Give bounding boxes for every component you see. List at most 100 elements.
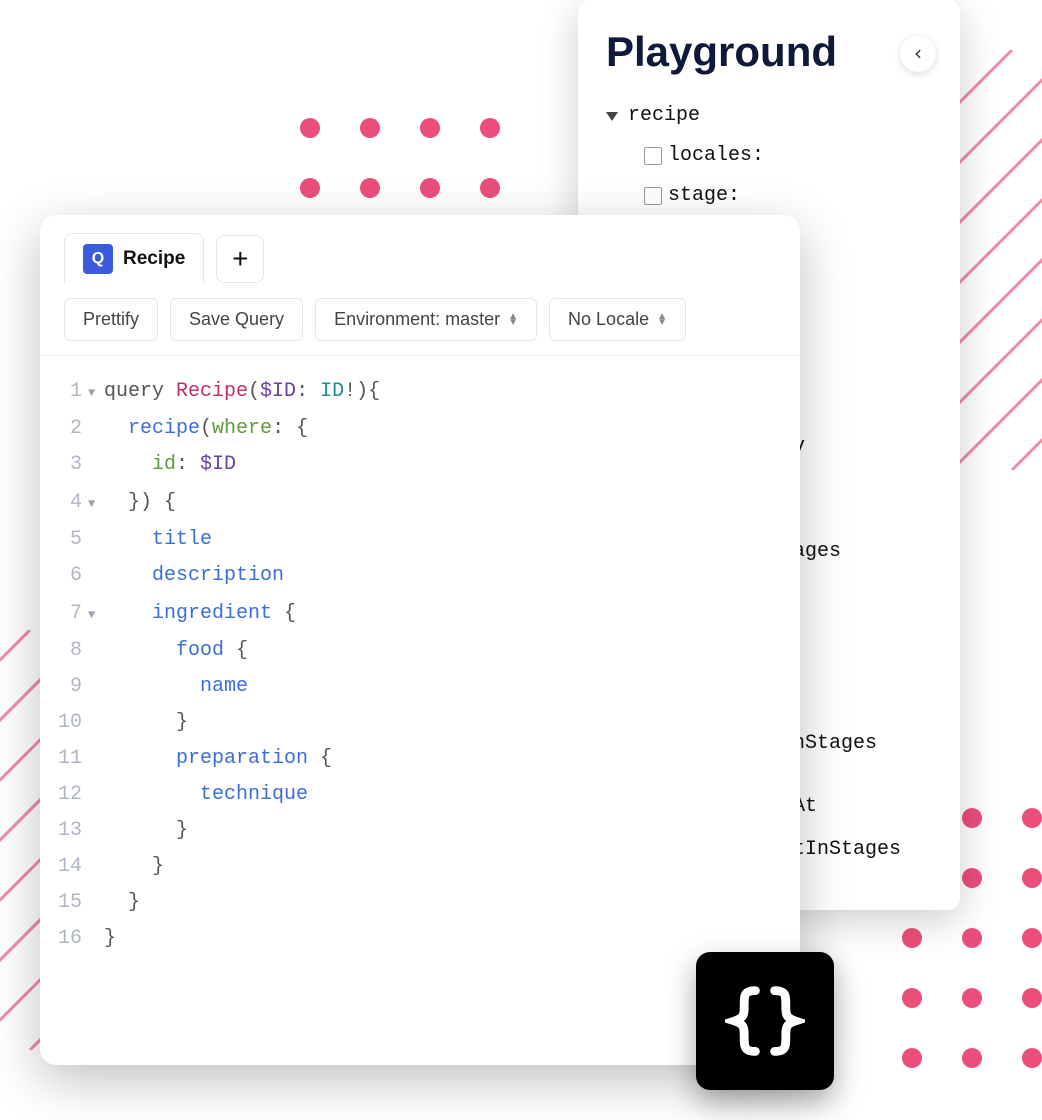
line-number: 13 <box>40 813 88 849</box>
code-line[interactable]: 1▼query Recipe($ID: ID!){ <box>40 372 800 411</box>
code-line[interactable]: 12 technique <box>40 777 800 813</box>
code-line[interactable]: 3 id: $ID <box>40 447 800 483</box>
plus-icon: + <box>232 243 248 275</box>
prettify-button[interactable]: Prettify <box>64 298 158 341</box>
code-line[interactable]: 16} <box>40 921 800 957</box>
fold-caret-icon <box>88 724 104 727</box>
fold-caret-icon <box>88 832 104 835</box>
tree-label: recipe <box>628 96 700 136</box>
line-number: 9 <box>40 669 88 705</box>
fold-caret-icon <box>88 868 104 871</box>
button-label: Environment: master <box>334 309 500 330</box>
fold-caret-icon <box>88 577 104 580</box>
tree-arg-label: stage: <box>668 176 740 216</box>
code-line[interactable]: 5 title <box>40 522 800 558</box>
code-text: } <box>104 849 164 885</box>
add-tab-button[interactable]: + <box>216 235 264 283</box>
button-label: No Locale <box>568 309 649 330</box>
checkbox-icon[interactable] <box>644 147 662 165</box>
code-text: id: $ID <box>104 447 236 483</box>
tree-node-recipe[interactable]: recipe <box>606 96 932 136</box>
code-text: } <box>104 921 116 957</box>
code-text: } <box>104 705 188 741</box>
button-label: Prettify <box>83 309 139 330</box>
code-editor[interactable]: 1▼query Recipe($ID: ID!){2 recipe(where:… <box>40 356 800 1065</box>
collapse-button[interactable] <box>900 36 936 72</box>
line-number: 11 <box>40 741 88 777</box>
query-badge: Q <box>83 244 113 274</box>
code-line[interactable]: 7▼ ingredient { <box>40 594 800 633</box>
fold-caret-icon[interactable]: ▼ <box>88 372 104 411</box>
save-query-button[interactable]: Save Query <box>170 298 303 341</box>
code-line[interactable]: 9 name <box>40 669 800 705</box>
code-text: }) { <box>104 485 176 521</box>
code-line[interactable]: 6 description <box>40 558 800 594</box>
line-number: 4 <box>40 485 88 521</box>
code-line[interactable]: 8 food { <box>40 633 800 669</box>
line-number: 8 <box>40 633 88 669</box>
code-text: technique <box>104 777 308 813</box>
fold-caret-icon <box>88 688 104 691</box>
editor-panel: Q Recipe + Prettify Save Query Environme… <box>40 215 800 1065</box>
playground-title: Playground <box>606 28 932 76</box>
line-number: 10 <box>40 705 88 741</box>
code-line[interactable]: 15 } <box>40 885 800 921</box>
sort-icon: ▲▼ <box>657 314 667 326</box>
code-line[interactable]: 13 } <box>40 813 800 849</box>
fold-caret-icon <box>88 652 104 655</box>
fold-caret-icon <box>88 796 104 799</box>
tab-label: Recipe <box>123 248 185 270</box>
tree-field-partial: ages <box>793 540 841 563</box>
fold-caret-icon <box>88 466 104 469</box>
code-line[interactable]: 4▼ }) { <box>40 483 800 522</box>
line-number: 1 <box>40 374 88 410</box>
tree-field-partial: nStages <box>793 732 877 755</box>
fold-caret-icon <box>88 904 104 907</box>
code-text: food { <box>104 633 248 669</box>
chevron-left-icon <box>911 47 925 61</box>
code-line[interactable]: 10 } <box>40 705 800 741</box>
code-badge <box>696 952 834 1090</box>
sort-icon: ▲▼ <box>508 314 518 326</box>
line-number: 7 <box>40 596 88 632</box>
code-line[interactable]: 14 } <box>40 849 800 885</box>
code-text: title <box>104 522 212 558</box>
code-text: } <box>104 885 140 921</box>
schema-tree: recipe locales: stage: <box>606 96 932 216</box>
fold-caret-icon <box>88 760 104 763</box>
code-text: } <box>104 813 188 849</box>
code-text: description <box>104 558 284 594</box>
line-number: 5 <box>40 522 88 558</box>
fold-caret-icon[interactable]: ▼ <box>88 483 104 522</box>
checkbox-icon[interactable] <box>644 187 662 205</box>
button-label: Save Query <box>189 309 284 330</box>
code-line[interactable]: 11 preparation { <box>40 741 800 777</box>
environment-select[interactable]: Environment: master ▲▼ <box>315 298 537 341</box>
line-number: 3 <box>40 447 88 483</box>
fold-caret-icon[interactable]: ▼ <box>88 594 104 633</box>
tab-recipe[interactable]: Q Recipe <box>64 233 204 284</box>
code-text: query Recipe($ID: ID!){ <box>104 374 380 410</box>
code-text: name <box>104 669 248 705</box>
tree-arg-stage[interactable]: stage: <box>606 176 932 216</box>
locale-select[interactable]: No Locale ▲▼ <box>549 298 686 341</box>
caret-down-icon <box>606 112 618 121</box>
fold-caret-icon <box>88 430 104 433</box>
tree-arg-label: locales: <box>668 136 764 176</box>
tree-arg-locales[interactable]: locales: <box>606 136 932 176</box>
fold-caret-icon <box>88 940 104 943</box>
code-line[interactable]: 2 recipe(where: { <box>40 411 800 447</box>
line-number: 16 <box>40 921 88 957</box>
line-number: 12 <box>40 777 88 813</box>
line-number: 2 <box>40 411 88 447</box>
line-number: 14 <box>40 849 88 885</box>
line-number: 15 <box>40 885 88 921</box>
code-text: recipe(where: { <box>104 411 308 447</box>
braces-icon <box>725 981 805 1061</box>
editor-toolbar: Prettify Save Query Environment: master ▲… <box>40 284 800 356</box>
code-text: ingredient { <box>104 596 296 632</box>
line-number: 6 <box>40 558 88 594</box>
fold-caret-icon <box>88 541 104 544</box>
decorative-dots-top <box>300 118 500 198</box>
tree-field-partial: tInStages <box>793 838 901 861</box>
